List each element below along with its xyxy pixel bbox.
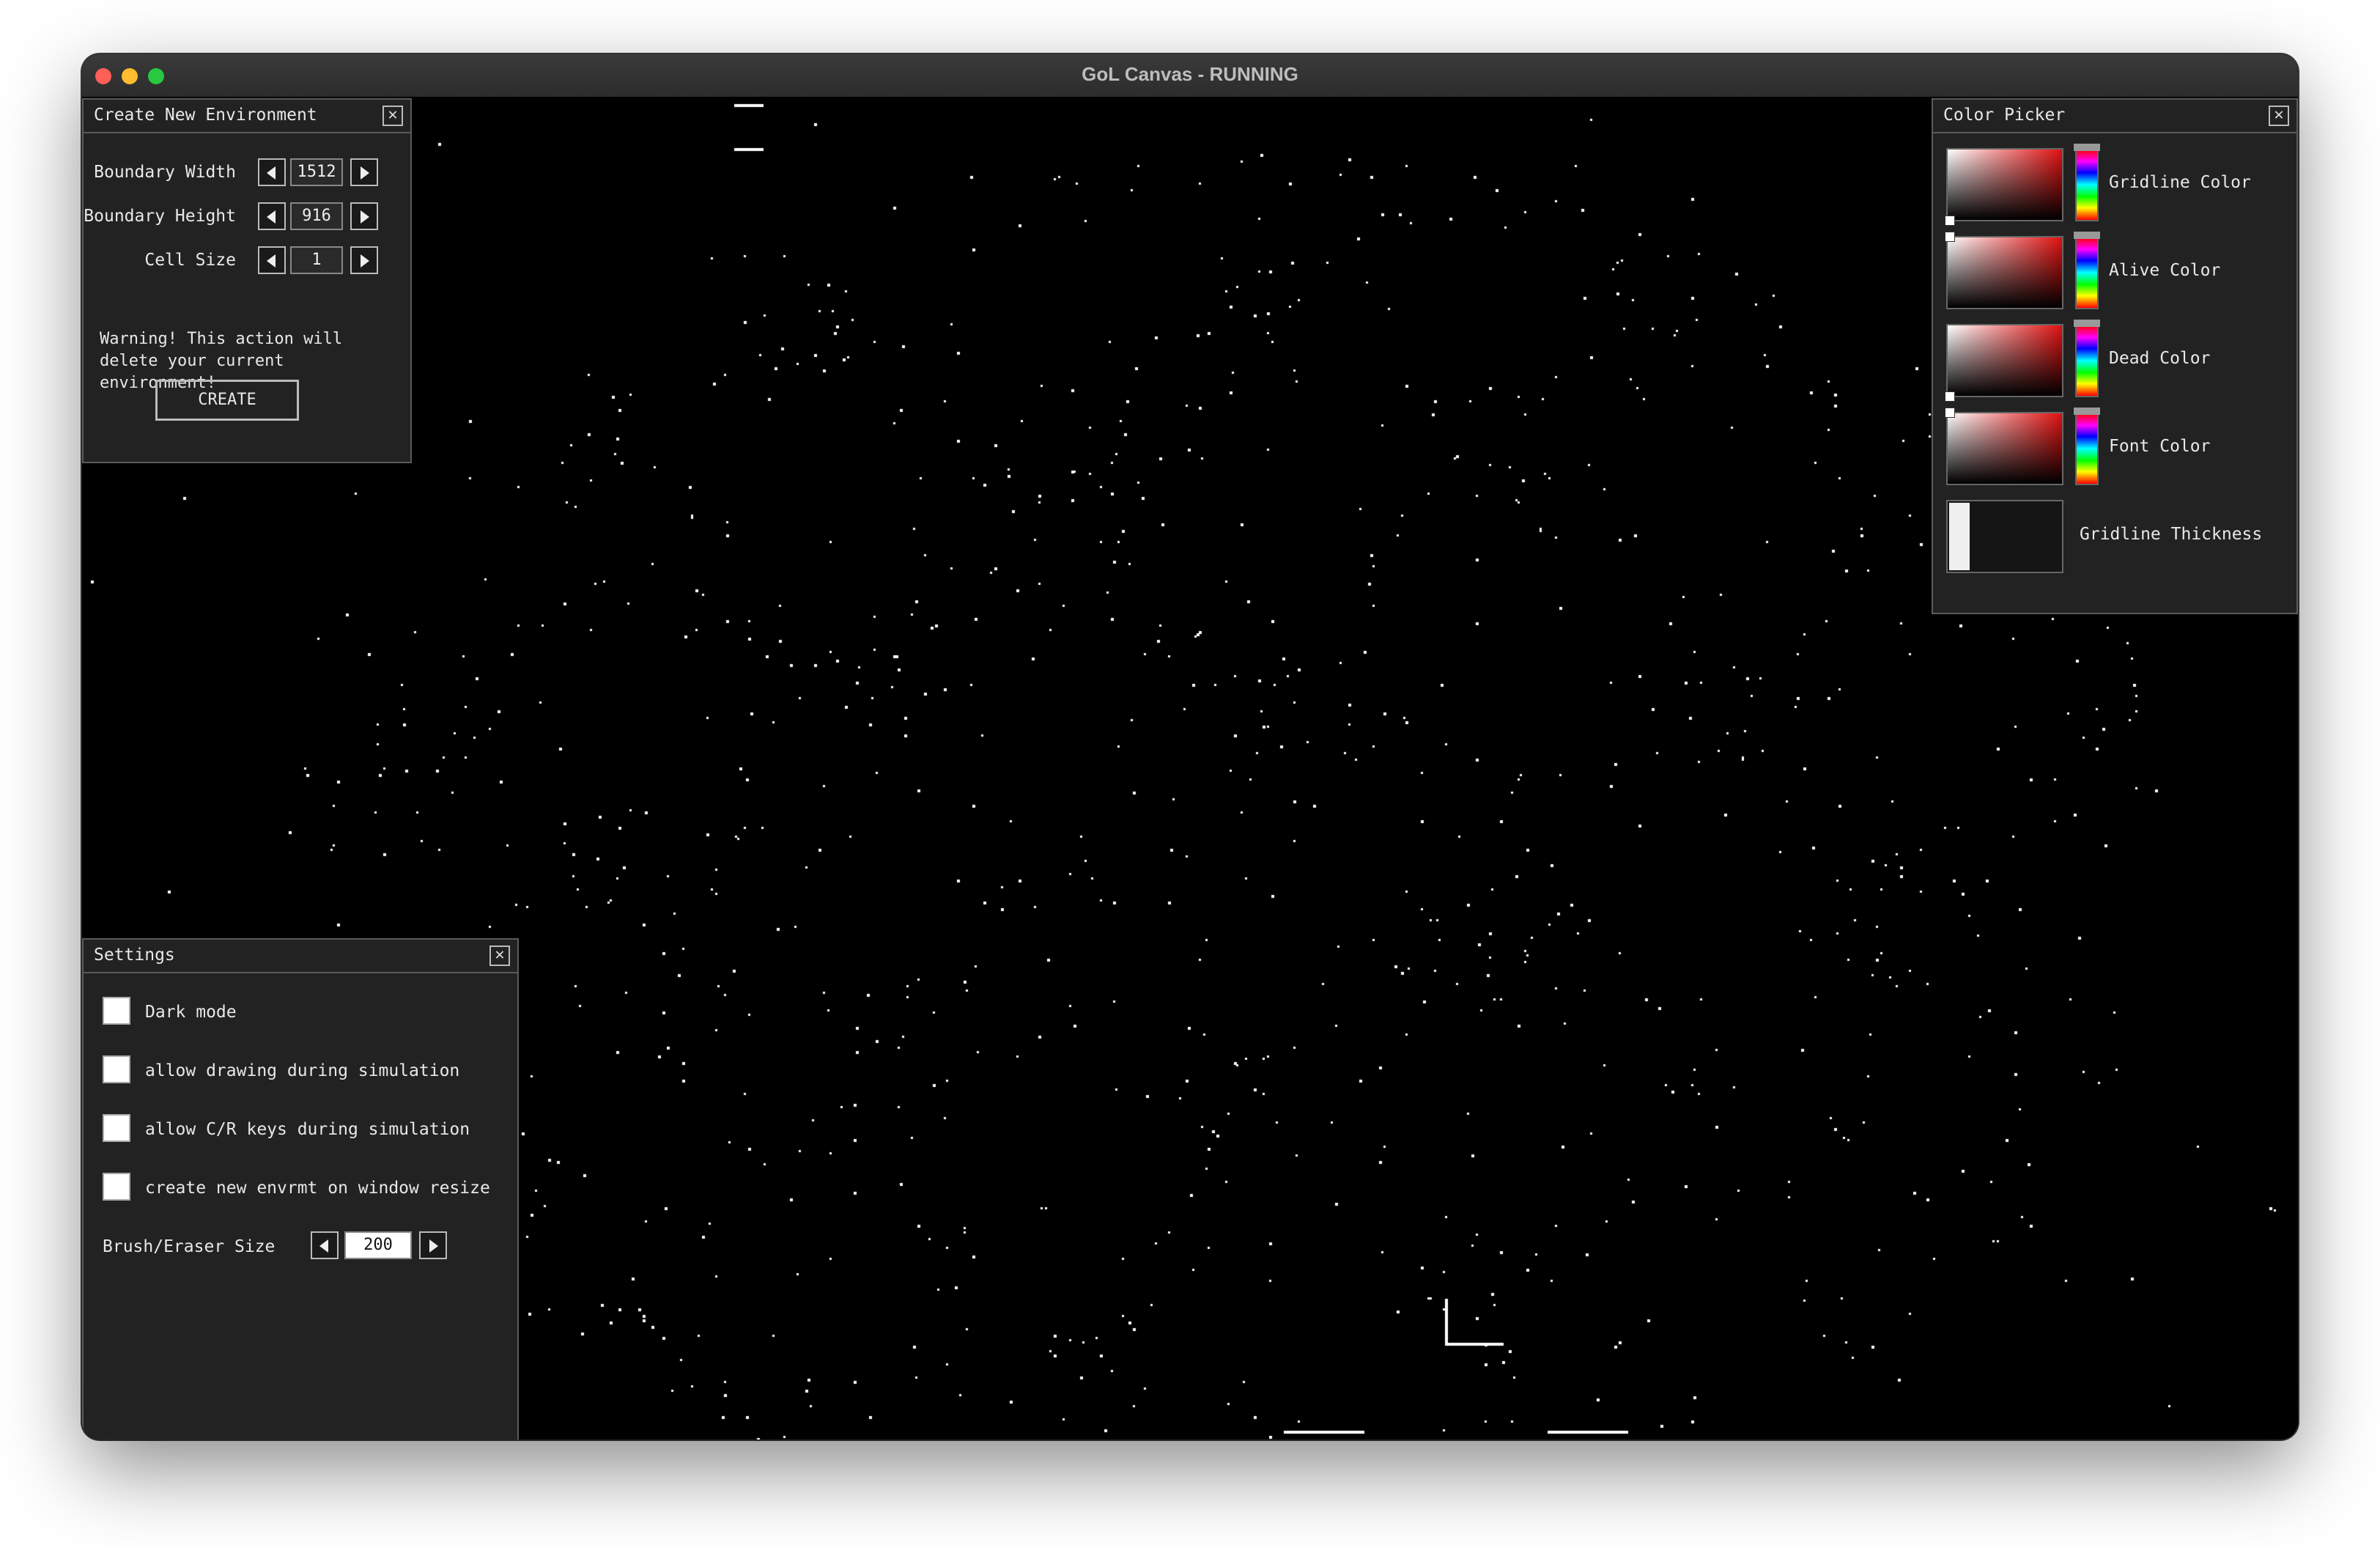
dead-color-row: Dead Color [1945, 320, 2291, 402]
close-icon[interactable]: ✕ [2269, 106, 2289, 126]
boundary-width-decrement-button[interactable] [258, 158, 286, 186]
dead-hue-slider[interactable] [2075, 324, 2099, 397]
gridline-hue-handle[interactable] [2074, 144, 2100, 151]
font-color-label: Font Color [2109, 437, 2211, 456]
gridline-color-row: Gridline Color [1945, 144, 2291, 226]
alive-color-row: Alive Color [1945, 232, 2291, 312]
alive-color-sv-picker[interactable] [1946, 236, 2063, 309]
settings-panel: Settings ✕ Dark mode allow drawing durin… [82, 938, 519, 1440]
window-title: GoL Canvas - RUNNING [1082, 63, 1298, 85]
create-environment-title: Create New Environment [94, 106, 317, 125]
boundary-height-label: Boundary Height [84, 207, 236, 226]
boundary-height-input[interactable]: 916 [290, 202, 343, 230]
brush-size-row: Brush/Eraser Size 200 [103, 1231, 513, 1261]
allow-cr-keys-label: allow C/R keys during simulation [145, 1120, 470, 1139]
font-color-row: Font Color [1945, 408, 2291, 488]
color-picker-panel: Color Picker ✕ Gridline Color Alive Colo… [1932, 98, 2298, 614]
alive-color-label: Alive Color [2109, 261, 2221, 280]
boundary-width-input[interactable]: 1512 [290, 158, 343, 186]
title-bar[interactable]: GoL Canvas - RUNNING [82, 54, 2298, 98]
font-hue-slider[interactable] [2075, 412, 2099, 485]
dead-hue-handle[interactable] [2074, 320, 2100, 327]
create-environment-header[interactable]: Create New Environment ✕ [84, 100, 410, 133]
boundary-width-increment-button[interactable] [350, 158, 378, 186]
create-environment-panel: Create New Environment ✕ Boundary Width … [82, 98, 412, 463]
close-icon[interactable]: ✕ [382, 106, 403, 126]
cell-size-input[interactable]: 1 [290, 246, 343, 274]
allow-drawing-label: allow drawing during simulation [145, 1061, 460, 1080]
brush-size-increment-button[interactable] [419, 1231, 447, 1259]
boundary-width-row: Boundary Width 1512 [84, 158, 391, 188]
boundary-height-row: Boundary Height 916 [84, 202, 391, 232]
gridline-color-label: Gridline Color [2109, 173, 2251, 192]
allow-drawing-checkbox[interactable] [103, 1055, 130, 1083]
font-color-marker[interactable] [1945, 408, 1955, 418]
gridline-color-sv-picker[interactable] [1946, 148, 2063, 221]
resize-new-env-checkbox[interactable] [103, 1173, 130, 1201]
brush-size-label: Brush/Eraser Size [103, 1237, 276, 1256]
gridline-thickness-slider[interactable] [1946, 500, 2063, 573]
settings-header[interactable]: Settings ✕ [84, 940, 517, 973]
dead-color-label: Dead Color [2109, 349, 2211, 368]
gridline-thickness-row: Gridline Thickness [1946, 500, 2291, 576]
gridline-thickness-handle[interactable] [1949, 503, 1970, 570]
resize-new-env-label: create new envrmt on window resize [145, 1179, 490, 1198]
gridline-thickness-label: Gridline Thickness [2080, 525, 2263, 544]
app-window: GoL Canvas - RUNNING Create New Environm… [82, 54, 2298, 1440]
boundary-width-label: Boundary Width [94, 163, 236, 182]
dead-color-marker[interactable] [1945, 391, 1955, 402]
create-button[interactable]: CREATE [155, 380, 299, 421]
gridline-hue-slider[interactable] [2075, 148, 2099, 221]
cell-size-label: Cell Size [144, 251, 236, 270]
allow-cr-keys-checkbox[interactable] [103, 1114, 130, 1142]
boundary-height-increment-button[interactable] [350, 202, 378, 230]
cell-size-decrement-button[interactable] [258, 246, 286, 274]
cell-size-increment-button[interactable] [350, 246, 378, 274]
alive-color-marker[interactable] [1945, 232, 1955, 242]
close-icon[interactable]: ✕ [489, 946, 510, 966]
cell-size-row: Cell Size 1 [84, 246, 391, 276]
font-color-sv-picker[interactable] [1946, 412, 2063, 485]
settings-title: Settings [94, 946, 175, 965]
gridline-color-marker[interactable] [1945, 215, 1955, 226]
color-picker-header[interactable]: Color Picker ✕ [1933, 100, 2296, 133]
brush-size-decrement-button[interactable] [311, 1231, 339, 1259]
dead-color-sv-picker[interactable] [1946, 324, 2063, 397]
boundary-height-decrement-button[interactable] [258, 202, 286, 230]
alive-hue-handle[interactable] [2074, 232, 2100, 239]
font-hue-handle[interactable] [2074, 408, 2100, 415]
dark-mode-checkbox[interactable] [103, 997, 130, 1025]
brush-size-input[interactable]: 200 [344, 1231, 412, 1259]
color-picker-title: Color Picker [1943, 106, 2066, 125]
dark-mode-label: Dark mode [145, 1003, 237, 1022]
alive-hue-slider[interactable] [2075, 236, 2099, 309]
